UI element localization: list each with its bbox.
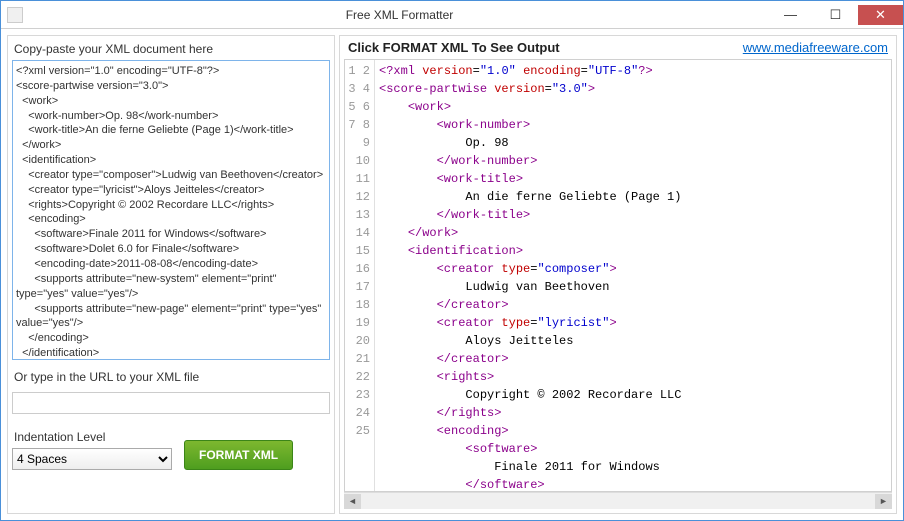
indent-select[interactable]: 4 Spaces [12,448,172,470]
horizontal-scrollbar[interactable]: ◄ ► [344,492,892,509]
titlebar: Free XML Formatter — ☐ ✕ [1,1,903,29]
code-area[interactable]: <?xml version="1.0" encoding="UTF-8"?> <… [375,60,891,491]
minimize-button[interactable]: — [768,5,813,25]
website-link[interactable]: www.mediafreeware.com [743,40,888,55]
code-viewer: 1 2 3 4 5 6 7 8 9 10 11 12 13 14 15 16 1… [344,59,892,492]
url-input[interactable] [12,392,330,414]
right-panel: Click FORMAT XML To See Output www.media… [339,35,897,514]
app-window: Free XML Formatter — ☐ ✕ Copy-paste your… [0,0,904,521]
url-label: Or type in the URL to your XML file [14,370,330,384]
xml-input-textarea[interactable] [12,60,330,360]
scroll-right-icon[interactable]: ► [875,494,892,509]
format-xml-button[interactable]: FORMAT XML [184,440,293,470]
close-button[interactable]: ✕ [858,5,903,25]
paste-label: Copy-paste your XML document here [14,42,330,56]
maximize-button[interactable]: ☐ [813,5,858,25]
output-title: Click FORMAT XML To See Output [348,40,560,55]
scroll-left-icon[interactable]: ◄ [344,494,361,509]
line-gutter: 1 2 3 4 5 6 7 8 9 10 11 12 13 14 15 16 1… [345,60,375,491]
window-title: Free XML Formatter [31,8,768,22]
indent-label: Indentation Level [14,430,172,444]
app-icon [7,7,23,23]
scroll-track[interactable] [361,494,875,509]
left-panel: Copy-paste your XML document here Or typ… [7,35,335,514]
content-area: Copy-paste your XML document here Or typ… [1,29,903,520]
